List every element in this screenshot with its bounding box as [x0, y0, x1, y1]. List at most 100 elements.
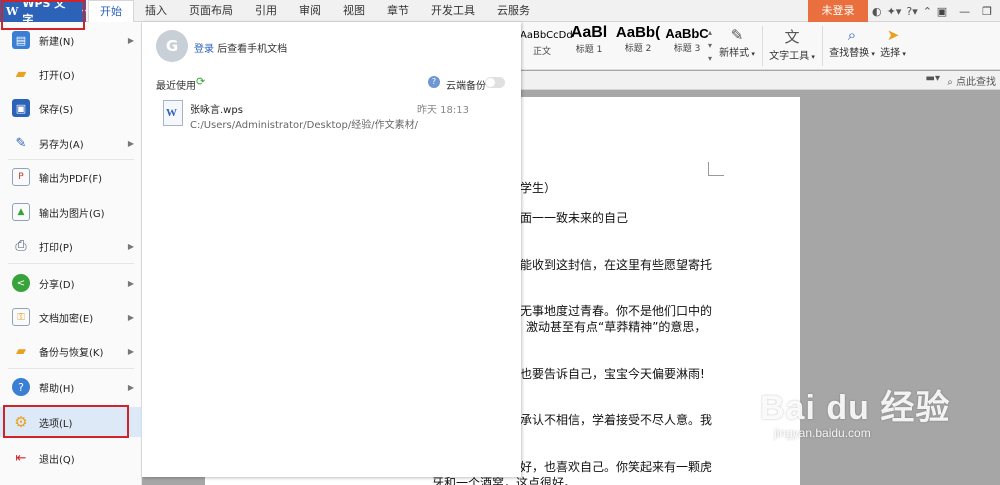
menu-item-save-as[interactable]: ✎ 另存为(A) ▶: [0, 128, 142, 158]
find-replace-button[interactable]: ⌕ 查找替换 ▾: [828, 26, 876, 59]
doc-line: 。激动甚至有点“草莽精神”的意思，: [514, 320, 707, 334]
menu-item-label: 另存为(A): [39, 139, 84, 151]
menu-item-export-image[interactable]: ▲ 输出为图片(G): [0, 197, 142, 227]
submenu-arrow-icon: ▶: [127, 35, 134, 45]
menu-item-label: 文档加密(E): [39, 313, 94, 325]
question-icon[interactable]: ?: [428, 76, 440, 88]
menu-divider: [8, 368, 134, 369]
menu-item-label: 保存(S): [39, 104, 74, 116]
file-time: 昨天 18:13: [417, 105, 469, 116]
menu-item-backup[interactable]: ▰ 备份与恢复(K) ▶: [0, 336, 142, 366]
skin-icon[interactable]: ◐: [872, 5, 882, 18]
tab-view[interactable]: 视图: [332, 0, 376, 22]
tab-home[interactable]: 开始: [88, 0, 134, 22]
menu-item-label: 帮助(H): [39, 383, 75, 395]
ribbon: AaBbCcDd 正文 AaBl 标题 1 AaBb( 标题 2 AaBbC 标…: [520, 22, 1000, 70]
text-tools-button[interactable]: 文 文字工具 ▾: [768, 26, 816, 62]
minimize-icon[interactable]: —: [959, 5, 970, 18]
menu-item-label: 分享(D): [39, 279, 75, 291]
style-preview: AaBb(: [615, 24, 661, 41]
style-preview: AaBbC: [665, 26, 709, 41]
login-link[interactable]: 登录: [194, 44, 214, 55]
select-label: 选择: [880, 48, 901, 59]
select-button[interactable]: ➤ 选择 ▾: [878, 26, 908, 59]
recent-file-item[interactable]: W 张咏言.wps C:/Users/Administrator/Desktop…: [156, 96, 506, 132]
menu-item-export-pdf[interactable]: P 输出为PDF(F): [0, 162, 142, 192]
new-icon: ▤: [12, 31, 30, 49]
recent-files-panel: G 登录 后查看手机文档 最近使用 ⟳ ? 云端备份 W 张咏言.wps C:/…: [142, 22, 521, 477]
tab-references[interactable]: 引用: [244, 0, 288, 22]
submenu-arrow-icon: ▶: [127, 241, 134, 251]
image-icon: ▲: [12, 203, 30, 221]
help-icon: ?: [12, 378, 30, 396]
pdf-icon: P: [12, 168, 30, 186]
file-name: 张咏言.wps: [190, 105, 243, 116]
doc-line: 无事地度过青春。你不是他们口中的: [520, 304, 713, 318]
file-path: C:/Users/Administrator/Desktop/经验/作文素材/: [190, 120, 418, 131]
login-prompt-text: 后查看手机文档: [217, 44, 288, 55]
tab-insert[interactable]: 插入: [134, 0, 178, 22]
help-dropdown-icon[interactable]: ?▾: [906, 5, 917, 18]
cloud-backup-toggle[interactable]: [485, 77, 505, 88]
maximize-icon[interactable]: ❐: [982, 5, 992, 18]
refresh-icon[interactable]: ⟳: [196, 75, 205, 88]
tab-page-layout[interactable]: 页面布局: [178, 0, 244, 22]
style-preview: AaBbCcDd: [520, 30, 573, 41]
new-style-label: 新样式: [719, 48, 750, 59]
menu-item-exit[interactable]: ⇤ 退出(Q): [0, 443, 142, 473]
menu-item-open[interactable]: ▰ 打开(O): [0, 59, 142, 89]
menu-item-label: 输出为图片(G): [39, 208, 105, 220]
menu-item-save[interactable]: ▣ 保存(S): [0, 93, 142, 123]
tab-cloud-service[interactable]: 云服务: [486, 0, 541, 22]
search-hint: 点此查找: [956, 77, 996, 88]
menu-item-help[interactable]: ? 帮助(H) ▶: [0, 372, 142, 402]
tab-review[interactable]: 审阅: [288, 0, 332, 22]
menu-item-encrypt[interactable]: ⚿ 文档加密(E) ▶: [0, 302, 142, 332]
menu-divider: [8, 159, 134, 160]
save-icon: ▣: [12, 99, 30, 117]
menu-item-label: 新建(N): [39, 36, 75, 48]
avatar[interactable]: G: [156, 30, 188, 62]
menu-item-share[interactable]: < 分享(D) ▶: [0, 268, 142, 298]
menu-divider: [8, 263, 134, 264]
collapse-ribbon-icon[interactable]: ⌃: [923, 5, 932, 18]
style-heading-1[interactable]: AaBl 标题 1: [566, 24, 612, 55]
cloud-backup-label: 云端备份: [446, 81, 486, 92]
search-icon: ⌕: [947, 77, 953, 88]
style-normal[interactable]: AaBbCcDd 正文: [520, 24, 573, 57]
ribbon-divider: [822, 26, 823, 66]
flag-icon[interactable]: ▬▾: [926, 73, 940, 84]
style-heading-2[interactable]: AaBb( 标题 2: [614, 24, 662, 54]
style-name: 标题 3: [673, 44, 701, 54]
new-style-icon: ✎: [730, 26, 744, 44]
login-prompt: 登录 后查看手机文档: [194, 40, 287, 55]
tab-developer[interactable]: 开发工具: [420, 0, 486, 22]
doc-line: 承认不相信，学着接受不尽人意。我: [520, 413, 713, 427]
style-heading-3[interactable]: AaBbC 标题 3: [662, 24, 712, 54]
open-icon: ▰: [15, 66, 27, 82]
print-icon: ⎙: [15, 238, 27, 254]
window-controls: ▣ — ❐: [937, 0, 1000, 22]
top-bar: W WPS 文字 ▾ 开始 插入 页面布局 引用 审阅 视图 章节 开发工具 云…: [0, 0, 1000, 26]
menu-item-print[interactable]: ⎙ 打印(P) ▶: [0, 231, 142, 261]
settings-dropdown-icon[interactable]: ✦▾: [887, 5, 902, 18]
tab-section[interactable]: 章节: [376, 0, 420, 22]
save-as-icon: ✎: [15, 135, 27, 151]
encrypt-icon: ⚿: [12, 308, 30, 326]
doc-line: 能收到这封信，在这里有些愿望寄托: [520, 258, 713, 272]
restore-icon[interactable]: ▣: [937, 5, 947, 18]
menu-item-label: 备份与恢复(K): [39, 347, 104, 359]
wps-document-icon: W: [163, 100, 183, 126]
new-style-button[interactable]: ✎ 新样式 ▾: [718, 26, 756, 59]
recent-label: 最近使用: [156, 81, 196, 92]
quick-search[interactable]: ⌕ 点此查找: [947, 73, 996, 88]
doc-line: 面一一致未来的自己: [520, 211, 629, 225]
not-logged-in-button[interactable]: 未登录: [808, 0, 868, 22]
ribbon-divider: [762, 26, 763, 66]
styles-scroll-icon[interactable]: ▴ ▾ ▾: [708, 26, 712, 65]
page-corner-mark: [708, 162, 724, 176]
find-replace-icon: ⌕: [847, 26, 857, 44]
watermark-url: jingyan.baidu.com: [774, 426, 871, 440]
highlight-box-app-menu: [1, 0, 85, 30]
baidu-watermark: Bai du 经验 jingyan.baidu.com: [760, 380, 950, 440]
